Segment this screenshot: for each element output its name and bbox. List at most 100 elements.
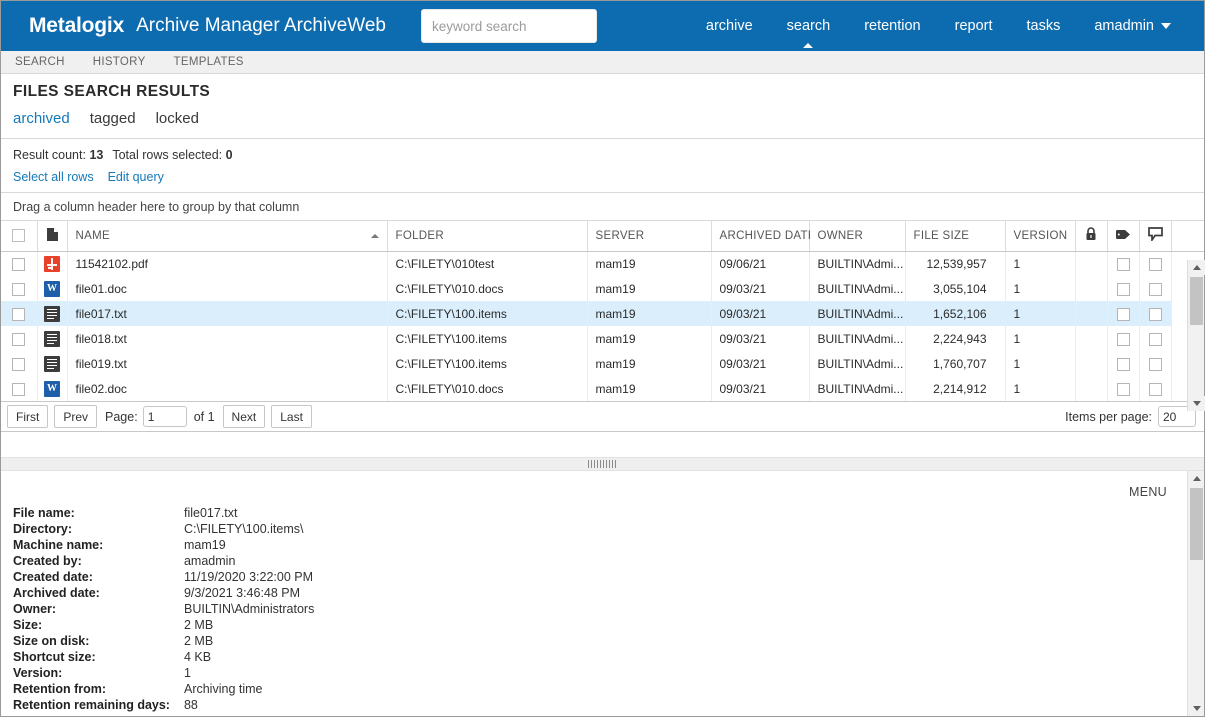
comment-checkbox[interactable]: [1149, 333, 1162, 346]
table-row[interactable]: file017.txt C:\FILETY\100.items mam19 09…: [1, 301, 1204, 326]
group-by-dropzone[interactable]: Drag a column header here to group by th…: [1, 193, 1204, 221]
row-checkbox[interactable]: [12, 358, 25, 371]
prev-page-button[interactable]: Prev: [54, 405, 97, 428]
text-file-icon: [44, 331, 60, 347]
cell-comment[interactable]: [1139, 251, 1171, 276]
header-lock-cell[interactable]: [1075, 221, 1107, 251]
tag-checkbox[interactable]: [1117, 283, 1130, 296]
row-checkbox[interactable]: [12, 333, 25, 346]
cell-comment[interactable]: [1139, 351, 1171, 376]
row-checkbox[interactable]: [12, 383, 25, 396]
row-select-cell[interactable]: [1, 251, 37, 276]
comment-checkbox[interactable]: [1149, 258, 1162, 271]
cell-tag[interactable]: [1107, 351, 1139, 376]
nav-item-retention[interactable]: retention: [847, 1, 937, 51]
cell-comment[interactable]: [1139, 276, 1171, 301]
last-page-button[interactable]: Last: [271, 405, 312, 428]
cell-folder: C:\FILETY\100.items: [387, 326, 587, 351]
scroll-up-button[interactable]: [1188, 260, 1205, 275]
cell-tag[interactable]: [1107, 301, 1139, 326]
details-menu-button[interactable]: MENU: [1129, 485, 1167, 499]
next-page-button[interactable]: Next: [223, 405, 266, 428]
row-checkbox[interactable]: [12, 258, 25, 271]
search-input[interactable]: [421, 9, 597, 43]
items-per-page-label: Items per page:: [1065, 410, 1152, 424]
detail-row: Size on disk:2 MB: [13, 634, 314, 650]
tag-checkbox[interactable]: [1117, 333, 1130, 346]
page-number-input[interactable]: [143, 406, 187, 427]
cell-comment[interactable]: [1139, 301, 1171, 326]
header-name[interactable]: NAME: [67, 221, 387, 251]
nav-item-tasks[interactable]: tasks: [1010, 1, 1078, 51]
row-select-cell[interactable]: [1, 376, 37, 401]
header-select-all-cell[interactable]: [1, 221, 37, 251]
cell-tag[interactable]: [1107, 376, 1139, 401]
details-vertical-scrollbar[interactable]: [1187, 471, 1204, 716]
row-checkbox[interactable]: [12, 308, 25, 321]
filter-tab-archived[interactable]: archived: [13, 110, 70, 127]
cell-comment[interactable]: [1139, 326, 1171, 351]
scroll-down-button[interactable]: [1188, 396, 1205, 411]
edit-query-link[interactable]: Edit query: [108, 170, 164, 184]
table-row[interactable]: W file01.doc C:\FILETY\010.docs mam19 09…: [1, 276, 1204, 301]
header-owner[interactable]: OWNER: [809, 221, 905, 251]
cell-file-size: 1,760,707: [905, 351, 1005, 376]
result-action-links: Select all rows Edit query: [13, 170, 1204, 184]
select-all-checkbox[interactable]: [12, 229, 25, 242]
user-menu[interactable]: amadmin: [1077, 1, 1188, 51]
brand-logo: Metalogix: [29, 14, 124, 38]
row-select-cell[interactable]: [1, 351, 37, 376]
first-page-button[interactable]: First: [7, 405, 48, 428]
details-scrollbar-thumb[interactable]: [1190, 488, 1203, 560]
cell-comment[interactable]: [1139, 376, 1171, 401]
cell-owner: BUILTIN\Admi...: [809, 301, 905, 326]
header-server[interactable]: SERVER: [587, 221, 711, 251]
subnav-item-templates[interactable]: TEMPLATES: [160, 56, 258, 68]
select-all-rows-link[interactable]: Select all rows: [13, 170, 94, 184]
tag-checkbox[interactable]: [1117, 358, 1130, 371]
header-version[interactable]: VERSION: [1005, 221, 1075, 251]
header-comment-cell[interactable]: [1139, 221, 1171, 251]
cell-file-size: 12,539,957: [905, 251, 1005, 276]
row-select-cell[interactable]: [1, 276, 37, 301]
row-select-cell[interactable]: [1, 326, 37, 351]
comment-checkbox[interactable]: [1149, 308, 1162, 321]
tag-checkbox[interactable]: [1117, 258, 1130, 271]
table-row[interactable]: file019.txt C:\FILETY\100.items mam19 09…: [1, 351, 1204, 376]
panel-splitter[interactable]: [1, 457, 1204, 471]
nav-item-report[interactable]: report: [938, 1, 1010, 51]
header-archived-date[interactable]: ARCHIVED DATE: [711, 221, 809, 251]
tag-checkbox[interactable]: [1117, 308, 1130, 321]
comment-checkbox[interactable]: [1149, 358, 1162, 371]
comment-checkbox[interactable]: [1149, 283, 1162, 296]
header-tag-cell[interactable]: [1107, 221, 1139, 251]
header-folder[interactable]: FOLDER: [387, 221, 587, 251]
nav-item-archive[interactable]: archive: [689, 1, 770, 51]
table-header-row: NAME FOLDER SERVER ARCHIVED DATE OWNER F…: [1, 221, 1204, 251]
cell-tag[interactable]: [1107, 326, 1139, 351]
table-row[interactable]: W file02.doc C:\FILETY\010.docs mam19 09…: [1, 376, 1204, 401]
scrollbar-thumb[interactable]: [1190, 277, 1203, 325]
header-file-size[interactable]: FILE SIZE: [905, 221, 1005, 251]
subnav-item-history[interactable]: HISTORY: [79, 56, 160, 68]
filter-tab-tagged[interactable]: tagged: [90, 110, 136, 127]
filter-tabs: archived tagged locked: [1, 101, 1204, 139]
grid-vertical-scrollbar[interactable]: [1187, 260, 1204, 411]
cell-lock: [1075, 276, 1107, 301]
subnav-item-search[interactable]: SEARCH: [1, 56, 79, 68]
header-filetype-cell[interactable]: [37, 221, 67, 251]
row-checkbox[interactable]: [12, 283, 25, 296]
table-row[interactable]: file018.txt C:\FILETY\100.items mam19 09…: [1, 326, 1204, 351]
cell-tag[interactable]: [1107, 251, 1139, 276]
detail-value: 2 MB: [184, 618, 314, 634]
filter-tab-locked[interactable]: locked: [156, 110, 199, 127]
table-row[interactable]: 11542102.pdf C:\FILETY\010test mam19 09/…: [1, 251, 1204, 276]
details-scroll-up-button[interactable]: [1188, 471, 1204, 486]
nav-item-search[interactable]: search: [770, 1, 848, 51]
tag-checkbox[interactable]: [1117, 383, 1130, 396]
details-scroll-down-button[interactable]: [1188, 701, 1204, 716]
row-select-cell[interactable]: [1, 301, 37, 326]
detail-key: Retention from:: [13, 682, 184, 698]
comment-checkbox[interactable]: [1149, 383, 1162, 396]
cell-tag[interactable]: [1107, 276, 1139, 301]
